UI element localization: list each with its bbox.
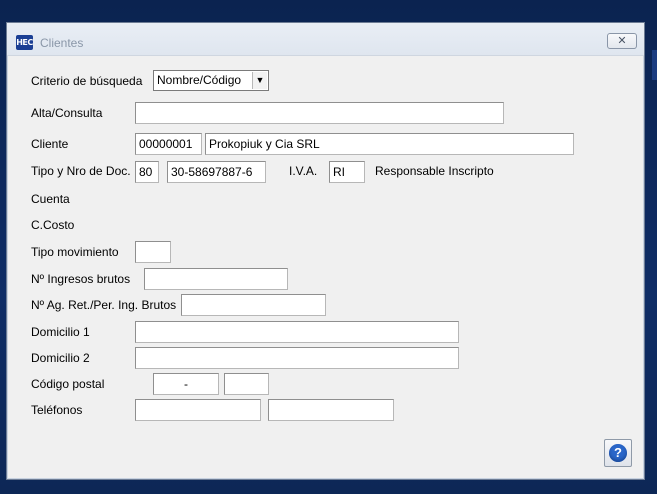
ingresos-brutos-input[interactable] (144, 268, 288, 290)
domicilio1-input[interactable] (135, 321, 459, 343)
title-bar[interactable]: HEC Clientes ✕ (7, 23, 644, 56)
alta-consulta-label: Alta/Consulta (31, 106, 103, 120)
cliente-code-input[interactable]: 00000001 (135, 133, 202, 155)
tipo-movimiento-input[interactable] (135, 241, 171, 263)
cuenta-label: Cuenta (31, 192, 70, 206)
codigo-postal-extra-input[interactable] (224, 373, 269, 395)
ag-ret-label: Nº Ag. Ret./Per. Ing. Brutos (31, 298, 177, 312)
close-icon: ✕ (617, 35, 627, 47)
clientes-dialog: HEC Clientes ✕ Criterio de búsqueda Nomb… (6, 22, 645, 480)
app-logo-icon: HEC (16, 35, 33, 50)
telefonos-label: Teléfonos (31, 403, 83, 417)
tipo-doc-input[interactable]: 80 (135, 161, 159, 183)
nro-doc-input[interactable]: 30-58697887-6 (167, 161, 266, 183)
codigo-postal-input[interactable]: - (153, 373, 219, 395)
ag-ret-input[interactable] (181, 294, 326, 316)
chevron-down-icon[interactable]: ▼ (252, 72, 267, 89)
iva-input[interactable]: RI (329, 161, 365, 183)
criterio-label: Criterio de búsqueda (31, 74, 143, 88)
close-button[interactable]: ✕ (607, 33, 637, 49)
domicilio2-input[interactable] (135, 347, 459, 369)
cliente-label: Cliente (31, 137, 69, 151)
domicilio1-label: Domicilio 1 (31, 325, 90, 339)
domicilio2-label: Domicilio 2 (31, 351, 90, 365)
telefono2-input[interactable] (268, 399, 394, 421)
criterio-selected-value: Nombre/Código (157, 73, 242, 87)
ingresos-brutos-label: Nº Ingresos brutos (31, 272, 131, 286)
help-icon: ? (609, 444, 627, 462)
codigo-postal-label: Código postal (31, 377, 105, 391)
telefono1-input[interactable] (135, 399, 261, 421)
tipo-doc-label: Tipo y Nro de Doc. (31, 164, 131, 178)
alta-consulta-input[interactable] (135, 102, 504, 124)
help-button[interactable]: ? (604, 439, 632, 467)
cliente-name-input[interactable]: Prokopiuk y Cia SRL (205, 133, 574, 155)
criterio-select[interactable]: Nombre/Código ▼ (153, 70, 269, 91)
ccosto-label: C.Costo (31, 218, 75, 232)
tipo-movimiento-label: Tipo movimiento (31, 245, 119, 259)
window-title: Clientes (40, 36, 84, 50)
desktop-edge (652, 50, 657, 80)
iva-label: I.V.A. (289, 164, 318, 178)
iva-description: Responsable Inscripto (375, 164, 494, 178)
